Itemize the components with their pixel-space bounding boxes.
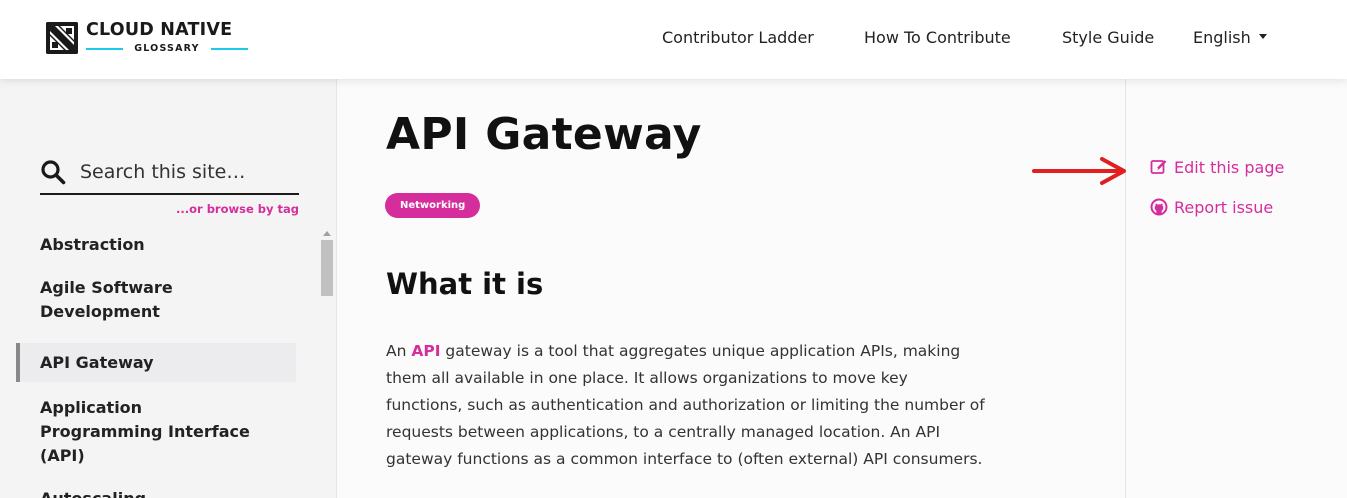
api-link[interactable]: API: [411, 342, 440, 360]
paragraph-line: them all available in one place. It allo…: [386, 369, 908, 387]
scrollbar-thumb[interactable]: [321, 240, 333, 296]
report-issue-label: Report issue: [1174, 198, 1274, 217]
caret-down-icon: [1258, 34, 1267, 39]
sidebar-item-api-gateway[interactable]: API Gateway: [16, 343, 296, 382]
tag-badge-networking[interactable]: Networking: [385, 193, 481, 218]
sidebar-list: Abstraction Agile Software Development A…: [16, 231, 296, 498]
nav-style-guide[interactable]: Style Guide: [1062, 28, 1154, 47]
main-content: API Gateway Networking What it is An API…: [338, 79, 1124, 498]
report-issue-link[interactable]: Report issue: [1150, 198, 1273, 217]
sidebar-item-label: Agile Software Development: [40, 278, 173, 321]
sidebar-item-autoscaling[interactable]: Autoscaling: [16, 487, 296, 498]
edit-this-page-label: Edit this page: [1174, 158, 1285, 177]
search-icon[interactable]: [40, 159, 66, 185]
paragraph-text: gateway is a tool that aggregates unique…: [440, 342, 961, 360]
cncf-logo-icon: [46, 22, 78, 54]
nav-how-to-contribute[interactable]: How To Contribute: [864, 28, 1011, 47]
logo-subtitle: GLOSSARY: [134, 43, 200, 54]
paragraph-line: gateway functions as a common interface …: [386, 450, 983, 468]
paragraph-text: An: [386, 342, 412, 360]
definition-paragraph: An API gateway is a tool that aggregates…: [386, 338, 985, 473]
language-dropdown[interactable]: English: [1193, 28, 1267, 47]
logo-subtitle-row: GLOSSARY: [86, 43, 248, 55]
red-arrow-icon: [1032, 157, 1126, 185]
github-icon: [1150, 198, 1168, 216]
sidebar-item-application-programming-interface[interactable]: Application Programming Interface (API): [16, 382, 296, 487]
scroll-up-icon[interactable]: [323, 231, 331, 236]
search-box: [40, 155, 299, 195]
paragraph-line: An API gateway is a tool that aggregates…: [386, 338, 976, 365]
edit-this-page-link[interactable]: Edit this page: [1150, 158, 1284, 177]
logo-line-right: [211, 48, 248, 50]
sidebar: ...or browse by tag Abstraction Agile So…: [0, 79, 337, 498]
sidebar-item-label: Application Programming Interface (API): [40, 398, 250, 465]
search-input[interactable]: [80, 157, 295, 187]
browse-by-tag-link[interactable]: ...or browse by tag: [176, 202, 299, 216]
sidebar-item-agile-software-development[interactable]: Agile Software Development: [16, 276, 296, 343]
paragraph-line: functions, such as authentication and au…: [386, 396, 985, 414]
language-label: English: [1193, 28, 1251, 47]
sidebar-item-abstraction[interactable]: Abstraction: [16, 231, 296, 276]
sidebar-scrollbar[interactable]: [319, 231, 335, 498]
nav-contributor-ladder[interactable]: Contributor Ladder: [662, 28, 814, 47]
section-title: What it is: [386, 267, 544, 301]
logo-line-left: [86, 48, 123, 50]
paragraph-line: requests between applications, to a cent…: [386, 423, 941, 441]
page-title: API Gateway: [386, 109, 702, 160]
site-header: CLOUD NATIVE GLOSSARY Contributor Ladder…: [0, 0, 1347, 79]
edit-icon: [1150, 160, 1167, 174]
logo-title: CLOUD NATIVE: [86, 20, 233, 40]
page-meta-column: Edit this page Report issue: [1125, 79, 1347, 498]
